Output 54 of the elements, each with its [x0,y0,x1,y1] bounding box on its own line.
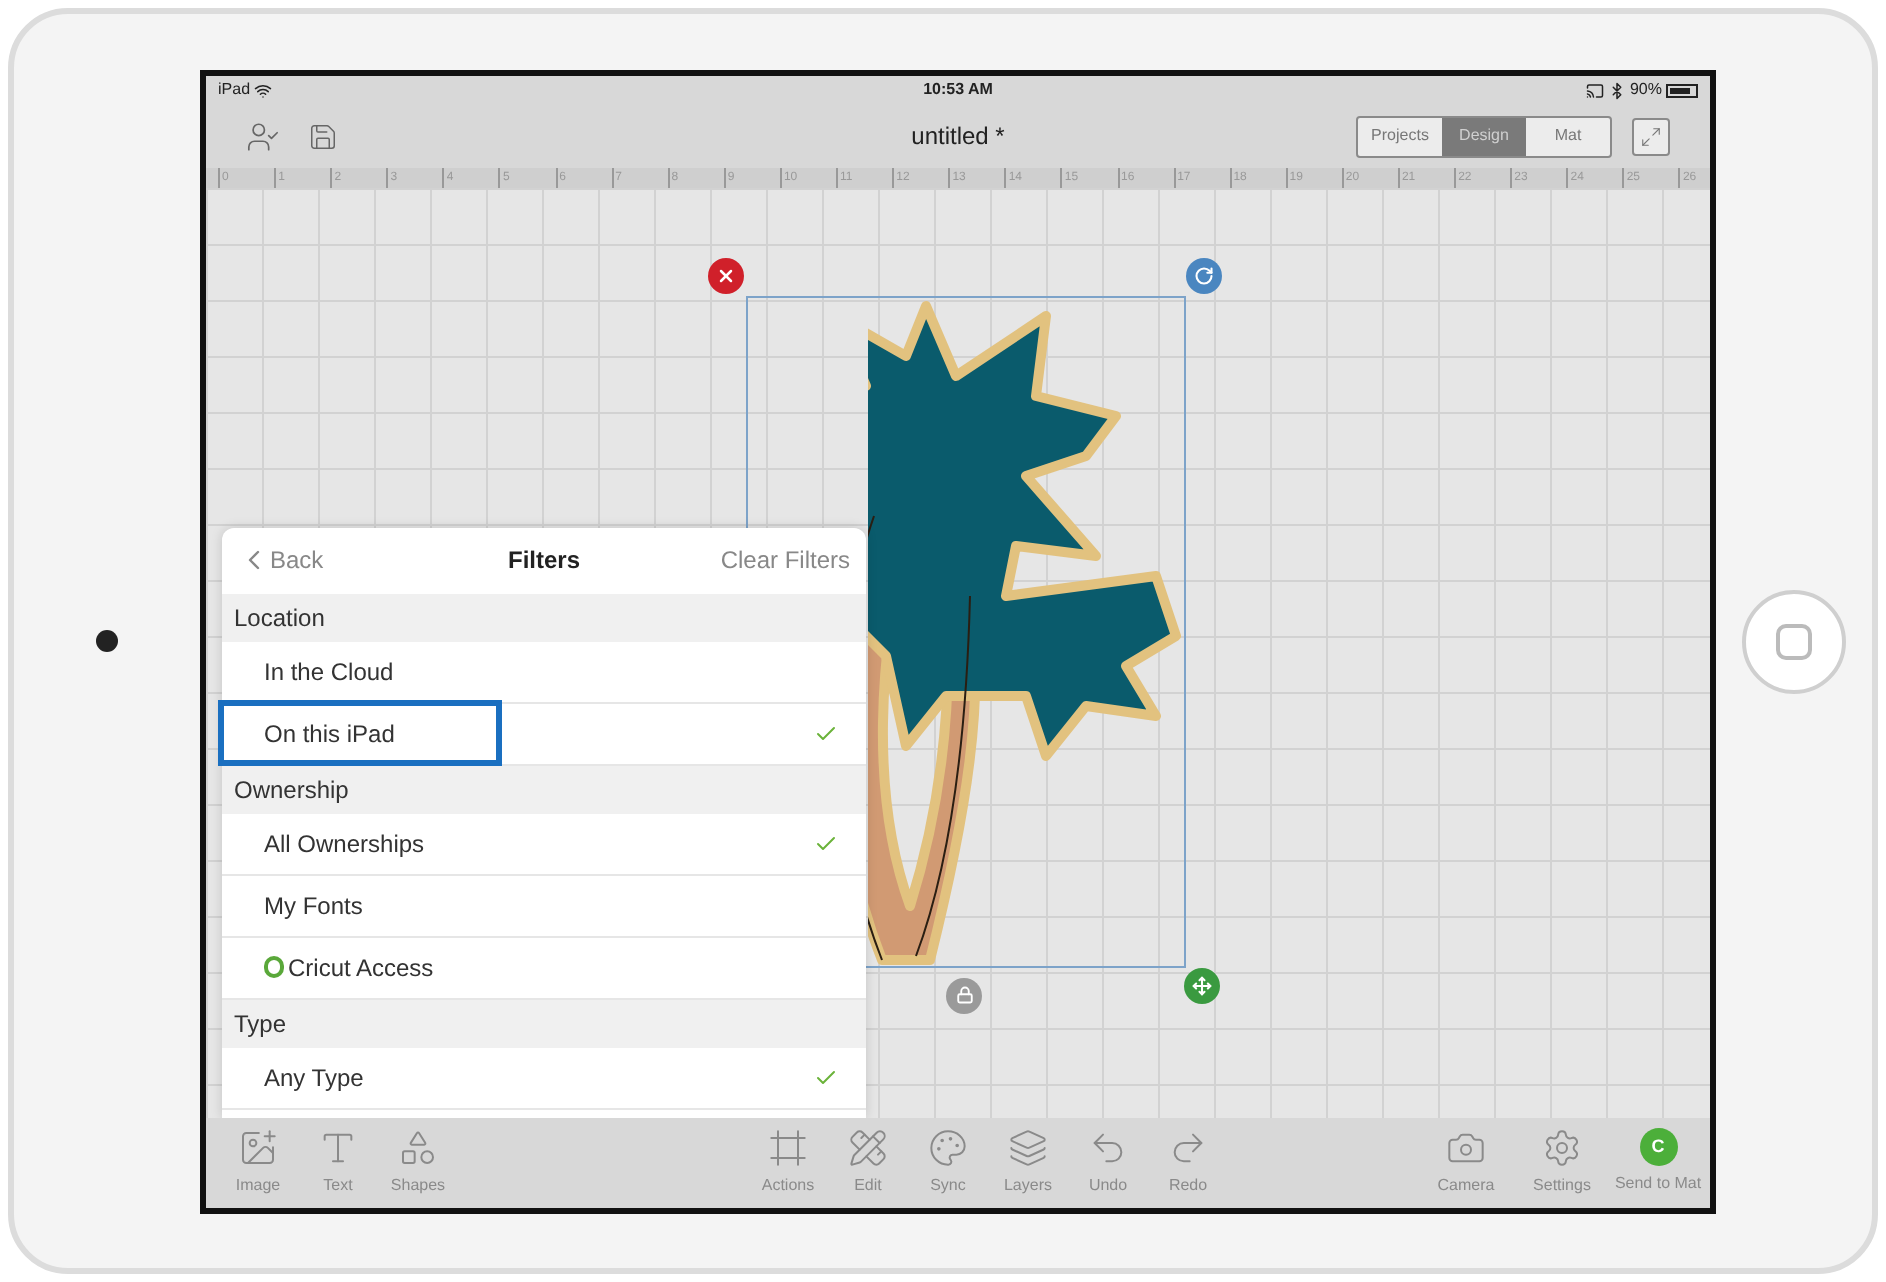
clock: 10:53 AM [923,78,993,102]
section-header: Ownership [222,765,866,813]
toolbar-button[interactable]: Settings [1522,1122,1602,1202]
expand-button[interactable] [1632,117,1670,155]
resize-handle[interactable] [1184,967,1220,1003]
ruler-pencil-icon [848,1127,888,1167]
settings-icon [1542,1127,1582,1167]
document-title: untitled * [911,120,1005,154]
toolbar-button[interactable]: Redo [1148,1122,1228,1202]
save-icon[interactable] [308,121,338,151]
wifi-icon [254,81,273,99]
front-camera-icon [96,630,118,652]
frame-icon [768,1127,808,1167]
toolbar-button[interactable]: Edit [828,1122,908,1202]
filter-option[interactable]: In the Cloud [222,641,866,703]
filter-option[interactable]: All Ownerships [222,813,866,875]
toolbar-button[interactable]: Camera [1426,1122,1506,1202]
back-button[interactable]: Back [238,542,324,578]
shapes-icon [398,1127,438,1167]
toolbar-button[interactable]: Sync [908,1122,988,1202]
section-header: Location [222,593,866,641]
toolbar-button[interactable]: C Send to Mat [1618,1122,1698,1202]
clear-filters-button[interactable]: Clear Filters [720,542,850,578]
toolbar-button[interactable]: Image [218,1122,298,1202]
palette-icon [928,1127,968,1167]
lock-handle[interactable] [946,977,982,1013]
mode-tab[interactable]: Mat [1526,117,1610,155]
bluetooth-icon [1607,81,1626,99]
toolbar-button[interactable]: Shapes [378,1122,458,1202]
device-label: iPad [218,78,251,102]
toolbar-button[interactable]: Layers [988,1122,1068,1202]
checkmark-icon [814,721,838,745]
battery-icon [1665,83,1698,97]
toolbar-button[interactable]: Text [298,1122,378,1202]
delete-handle[interactable] [708,257,744,293]
checkmark-icon [814,831,838,855]
filter-option[interactable]: My Fonts [222,875,866,937]
mode-tab[interactable]: Projects [1358,117,1442,155]
rotate-handle[interactable] [1186,257,1222,293]
access-icon [264,956,284,978]
toolbar-button[interactable]: Undo [1068,1122,1148,1202]
layers-icon [1008,1127,1048,1167]
popover-title: Filters [508,544,580,578]
toolbar-button[interactable]: Actions [748,1122,828,1202]
battery-percent: 90% [1629,78,1662,102]
airplay-icon [1585,81,1604,99]
expand-icon [1640,125,1662,147]
filter-option[interactable]: Any Type [222,1047,866,1109]
section-header: Type [222,999,866,1047]
mode-tab[interactable]: Design [1442,117,1526,155]
checkmark-icon [814,1065,838,1089]
image-plus-icon [238,1127,278,1167]
send-badge: C [1639,1128,1677,1166]
user-check-icon[interactable] [246,119,280,153]
